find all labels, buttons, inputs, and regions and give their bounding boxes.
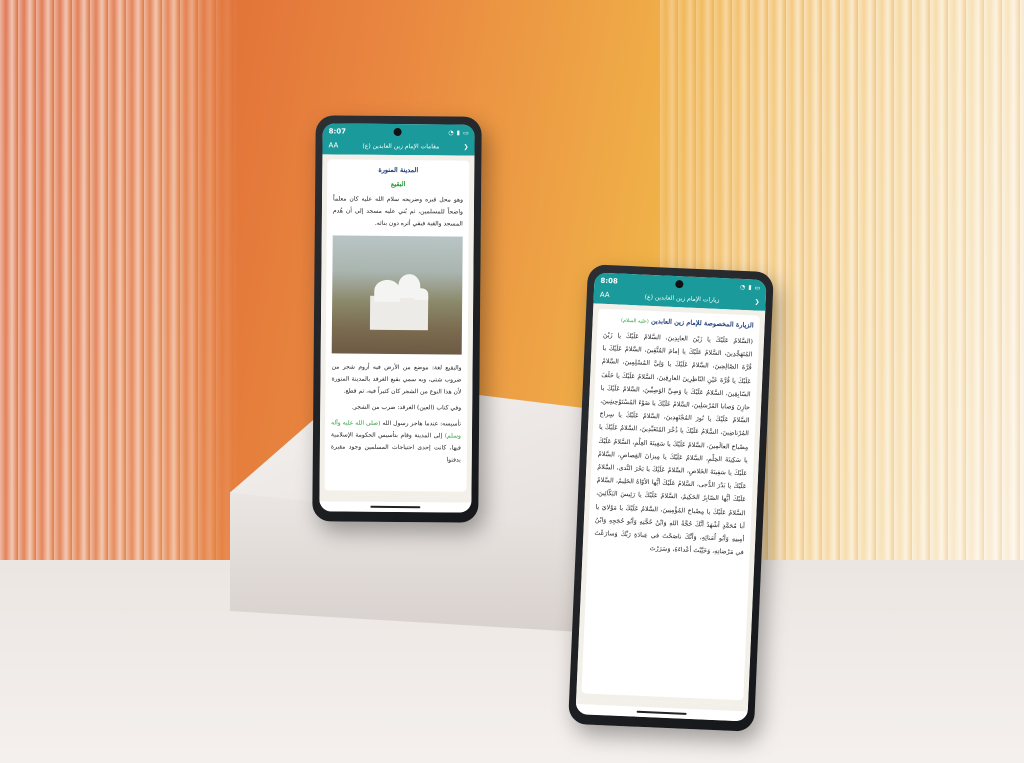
paragraph-3: تأسيسه: عندما هاجر رسول الله (صلى الله ع… [330,419,462,464]
ziyarat-card: الزيارة المخصوصة للإمام زين العابدين (عل… [581,308,761,701]
article-card: المدينة المنورة البقيع وهو محل قبره وضري… [324,159,470,492]
paragraph-2: وفي كتاب (العين) الغرقد: ضرب من الشجر. [351,403,462,412]
font-size-button[interactable]: AA [600,291,610,299]
nav-row: AA مقامات الإمام زين العابدين (ع) ❯ [328,141,468,150]
intro-paragraph: وهو محل قبره وضريحه سلام الله عليه كان م… [332,195,464,228]
page-title: زيارات الإمام زين العابدين (ع) [644,293,720,304]
status-time: 8:08 [600,276,618,286]
wifi-icon: ◔ [739,283,746,291]
font-size-button[interactable]: AA [328,141,338,149]
app-bar: 8:07 ◔ ▮ ▭ AA مقامات الإمام زين العابدين… [322,123,475,156]
status-bar: 8:08 ◔ ▮ ▭ [600,277,760,292]
wifi-icon: ◔ [448,128,454,136]
signal-icon: ▮ [748,283,752,291]
battery-icon: ▭ [462,129,469,137]
page-title: مقامات الإمام زين العابدين (ع) [362,142,440,150]
content-area[interactable]: المدينة المنورة البقيع وهو محل قبره وضري… [319,154,475,497]
signal-icon: ▮ [456,129,460,137]
phone-left: 8:07 ◔ ▮ ▭ AA مقامات الإمام زين العابدين… [312,115,482,523]
place-heading: البقيع [390,179,406,189]
home-indicator[interactable] [319,501,472,513]
camera-cutout [674,279,684,289]
phone-right: 8:08 ◔ ▮ ▭ AA زيارات الإمام زين العابدين… [568,264,774,732]
battery-icon: ▭ [754,283,761,292]
ziyarat-body: (السَّلامُ عَلَيْكَ يا زَيْنَ العابِدِين… [594,331,754,557]
status-bar: 8:07 ◔ ▮ ▭ [329,127,469,136]
ziyarat-heading: الزيارة المخصوصة للإمام زين العابدين (عل… [620,316,754,330]
phone-right-screen: 8:08 ◔ ▮ ▭ AA زيارات الإمام زين العابدين… [575,272,767,722]
camera-cutout [393,127,402,137]
back-chevron-icon[interactable]: ❯ [754,298,759,305]
city-heading: المدينة المنورة [378,165,419,175]
nav-row: AA زيارات الإمام زين العابدين (ع) ❯ [600,291,760,306]
phone-left-screen: 8:07 ◔ ▮ ▭ AA مقامات الإمام زين العابدين… [319,123,475,513]
paragraph-1: والبقيع لغة: موضع من الأرض فيه أروم شجر … [331,363,462,396]
baqi-photo [331,235,463,355]
content-area[interactable]: الزيارة المخصوصة للإمام زين العابدين (عل… [576,303,766,706]
status-time: 8:07 [328,127,347,136]
back-chevron-icon[interactable]: ❯ [463,143,468,150]
